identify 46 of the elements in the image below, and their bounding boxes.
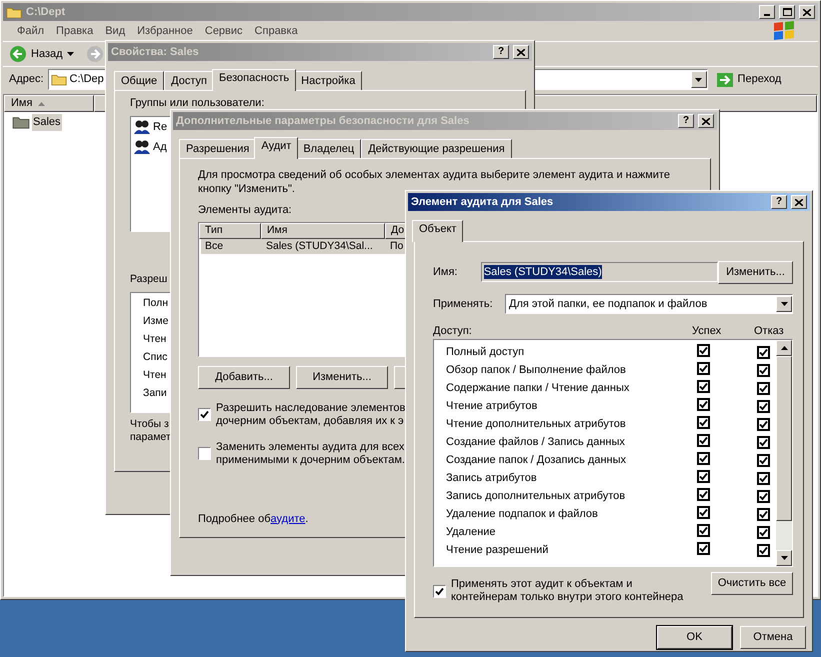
column-label: Отказ [754, 324, 784, 339]
permission-name: Удаление подпапок и файлов [446, 506, 599, 522]
permission-name: Запись атрибутов [446, 470, 538, 486]
more-text: Подробнее об [198, 512, 271, 526]
permission-name: Чтен [143, 332, 166, 347]
permission-name: Чтение разрешений [446, 542, 550, 558]
permission-name: Спис [143, 350, 168, 365]
option-label: применимыми к дочерним объектам. [216, 454, 405, 466]
permission-name: Запись дополнительных атрибутов [446, 488, 626, 504]
window-title: Элемент аудита для Sales [411, 194, 554, 210]
address-label: Адрес: [9, 72, 44, 88]
permission-name: Чтен [143, 368, 166, 383]
option-label: контейнерам только внутри этого контейнера [451, 591, 684, 604]
permission-name: Полн [143, 296, 168, 311]
column-label: Успех [692, 324, 722, 339]
apply-label: Применять: [433, 296, 494, 312]
permission-name: Чтение атрибутов [446, 398, 538, 414]
permission-name: Изме [143, 314, 168, 329]
permission-name: Полный доступ [446, 344, 526, 360]
option-label: Применять этот аудит к объектам и [451, 578, 634, 591]
more-text: . [305, 512, 308, 526]
window-title: Свойства: Sales [111, 44, 200, 60]
name-label: Имя: [433, 264, 458, 280]
permissions-label: Разреш [130, 272, 168, 287]
name-field: Sales (STUDY34\Sales) [480, 262, 718, 282]
entries-label: Элементы аудита: [198, 203, 292, 218]
table-cell-text: Все [204, 238, 224, 254]
window-title: C:\Dept [26, 4, 66, 20]
intro-text: кнопку "Изменить". [198, 182, 295, 196]
option-label: Заменить элементы аудита для всех [216, 440, 405, 454]
hint-text: Чтобы з [130, 418, 169, 431]
table-cell-text: Sales (STUDY34\Sal... [265, 238, 374, 254]
hint-text: парамет [130, 430, 171, 444]
table-cell-text: По [389, 238, 404, 254]
permission-name: Удаление [446, 524, 497, 540]
access-label: Доступ: [433, 324, 473, 339]
option-label: дочерним объектам, добавляя их к э [216, 414, 405, 428]
permission-name: Создание папок / Дозапись данных [446, 452, 628, 468]
permission-name: Обзор папок / Выполнение файлов [446, 362, 627, 378]
intro-text: Для просмотра сведений об особых элементах аудита выберите элемент аудита и нажмите [198, 168, 670, 182]
permission-name: Содержание папки / Чтение данных [446, 380, 630, 396]
option-label: Разрешить наследование элементов [216, 402, 406, 414]
groups-label: Группы или пользователи: [130, 97, 264, 110]
permission-name: Чтение дополнительных атрибутов [446, 416, 627, 432]
permission-name: Создание файлов / Запись данных [446, 434, 626, 450]
permission-name: Запи [143, 386, 167, 401]
